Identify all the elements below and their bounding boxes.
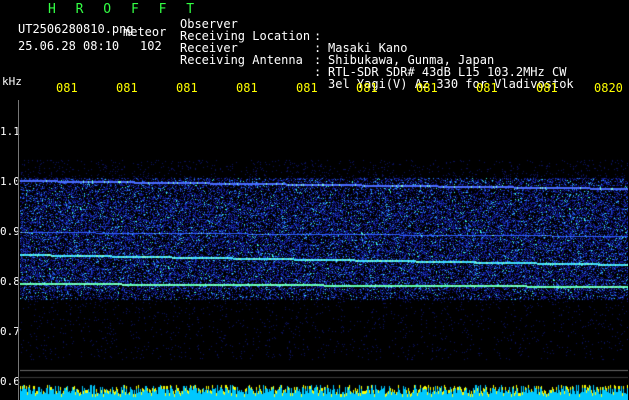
x-tick-label: 081	[476, 81, 498, 95]
x-tick-label: 081	[176, 81, 198, 95]
x-tick-label: 081	[356, 81, 378, 95]
x-tick-label: 081	[116, 81, 138, 95]
y-tick-label: 0.6	[0, 375, 20, 388]
y-tick-label: 1.0	[0, 175, 20, 188]
x-tick-label: 081	[536, 81, 558, 95]
y-tick-label: 0.9	[0, 225, 20, 238]
x-tick-label: 081	[56, 81, 78, 95]
x-tick-label: 081	[296, 81, 318, 95]
x-tick-label: 0820	[594, 81, 623, 95]
spectrogram-plot	[20, 100, 628, 400]
unit-label: kHz	[2, 75, 22, 88]
y-tick-label: 0.8	[0, 275, 20, 288]
y-tick-label: 1.1	[0, 125, 20, 138]
x-tick-label: 081	[236, 81, 258, 95]
antenna-label: Receiving Antenna	[180, 53, 303, 67]
colon: :	[314, 65, 322, 79]
plot-left-border	[18, 100, 19, 400]
x-tick-label: 081	[416, 81, 438, 95]
y-tick-label: 0.7	[0, 325, 20, 338]
